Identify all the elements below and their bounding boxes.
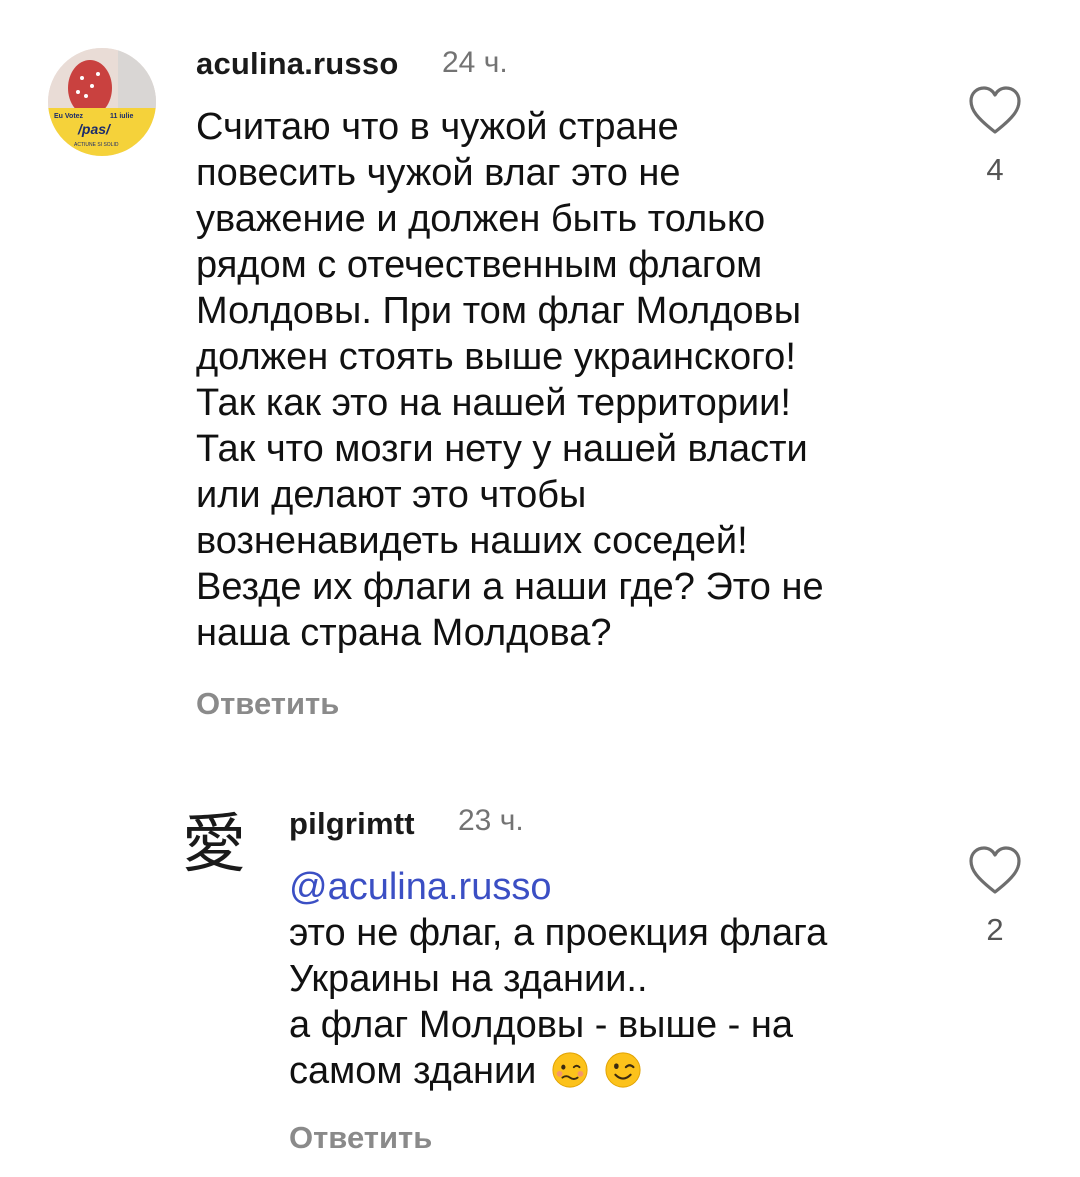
- comment-username[interactable]: aculina.russo: [196, 46, 398, 82]
- svg-text:Eu Votez: Eu Votez: [54, 113, 84, 120]
- woozy-face-icon: [552, 1052, 588, 1088]
- svg-text:愛: 愛: [182, 808, 246, 882]
- comment-line: повесить чужой влаг это не: [196, 152, 681, 194]
- heart-outline-icon: [969, 846, 1021, 894]
- avatar[interactable]: 愛: [180, 800, 254, 886]
- comment-line-with-emoji: самом здании: [289, 1048, 929, 1094]
- comment-line: возненавидеть наших соседей!: [196, 520, 748, 562]
- comment-line: самом здании: [289, 1050, 537, 1092]
- comment-timestamp: 24 ч.: [442, 46, 508, 79]
- kanji-love-avatar: 愛: [182, 808, 246, 882]
- comment-text: @aculina.russo это не флаг, а проекция ф…: [289, 864, 929, 1094]
- comment-aculina: Eu Votez 11 iulie /pas/ ACTIUNE SI SOLID…: [0, 0, 1080, 760]
- svg-text:11 iulie: 11 iulie: [110, 113, 133, 120]
- svg-text:/pas/: /pas/: [77, 121, 112, 137]
- avatar[interactable]: Eu Votez 11 iulie /pas/ ACTIUNE SI SOLID: [48, 48, 156, 156]
- comment-line: наша страна Молдова?: [196, 612, 612, 654]
- mention-link[interactable]: @aculina.russo: [289, 864, 929, 910]
- winking-face-icon: [604, 1052, 641, 1088]
- reply-button[interactable]: Ответить: [196, 686, 339, 722]
- like-count: 4: [986, 152, 1004, 187]
- comment-line: Молдовы. При том флаг Молдовы: [196, 290, 802, 332]
- like-count: 2: [986, 912, 1004, 947]
- comment-line: Считаю что в чужой стране: [196, 106, 679, 148]
- comment-line: Украины на здании..: [289, 958, 648, 1000]
- heart-outline-icon: [969, 86, 1021, 134]
- svg-text:ACTIUNE SI SOLID: ACTIUNE SI SOLID: [74, 142, 119, 148]
- comment-line: или делают это чтобы: [196, 474, 587, 516]
- like-button[interactable]: [965, 82, 1025, 142]
- comment-line: а флаг Молдовы - выше - на: [289, 1004, 793, 1046]
- comment-username[interactable]: pilgrimtt: [289, 806, 415, 842]
- avatar-image: Eu Votez 11 iulie /pas/ ACTIUNE SI SOLID: [48, 48, 156, 156]
- comment-line: Так что мозги нету у нашей власти: [196, 428, 808, 470]
- comment-pilgrimtt: 愛 pilgrimtt 23 ч. @aculina.russo это не …: [0, 760, 1080, 1177]
- comment-line: Везде их флаги а наши где? Это не: [196, 566, 824, 608]
- like-button[interactable]: [965, 842, 1025, 902]
- comment-line: должен стоять выше украинского!: [196, 336, 796, 378]
- comment-text: Считаю что в чужой стране повесить чужой…: [196, 104, 916, 656]
- comment-line: это не флаг, а проекция флага: [289, 912, 828, 954]
- reply-button[interactable]: Ответить: [289, 1120, 432, 1156]
- comment-line: рядом с отечественным флагом: [196, 244, 763, 286]
- comment-timestamp: 23 ч.: [458, 804, 524, 837]
- comment-line: уважение и должен быть только: [196, 198, 766, 240]
- comment-line: Так как это на нашей территории!: [196, 382, 791, 424]
